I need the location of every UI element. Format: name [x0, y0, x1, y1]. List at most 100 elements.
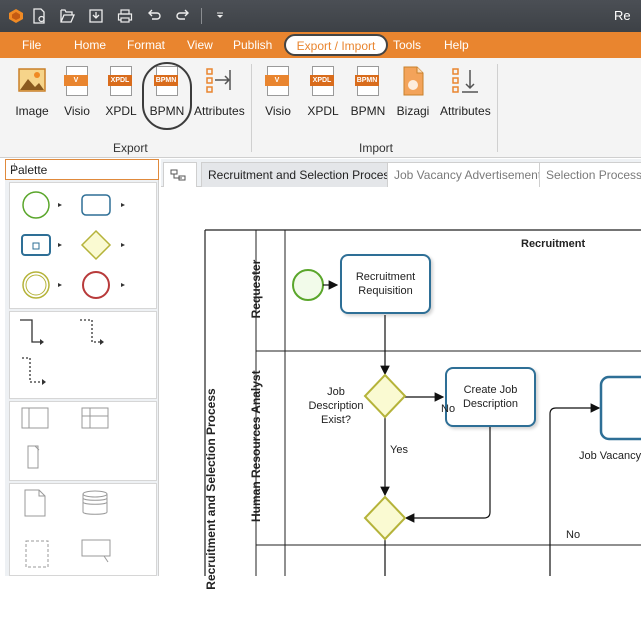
export-visio-label: Visio — [64, 104, 90, 118]
export-visio-button[interactable]: V Visio — [52, 66, 102, 130]
visio-file-icon: V — [263, 66, 293, 98]
open-file-icon[interactable] — [57, 6, 77, 26]
palette-connectors-section — [9, 311, 157, 399]
menu-format[interactable]: Format — [127, 38, 165, 52]
menu-bar: File Home Format View Publish Export / I… — [0, 32, 641, 58]
task-job-vacancy-shape[interactable] — [599, 375, 641, 441]
visio-tag: V — [265, 75, 289, 86]
export-image-button[interactable]: Image — [7, 66, 57, 130]
app-logo-icon[interactable] — [6, 6, 26, 26]
bpmn-file-icon: BPMN — [353, 66, 383, 98]
phase-title: Recruitment — [521, 238, 586, 250]
text-annotation-shape[interactable] — [81, 539, 111, 563]
visio-tag: V — [64, 75, 88, 86]
pin-icon[interactable]: ⊥ — [10, 162, 154, 173]
ribbon-group-separator — [497, 64, 498, 152]
palette-shapes-section — [9, 182, 157, 309]
window-title: Re — [614, 8, 631, 23]
sequence-flow — [404, 426, 491, 523]
association-connector[interactable] — [22, 357, 46, 385]
export-xpdl-button[interactable]: XPDL XPDL — [96, 66, 146, 130]
diagram-canvas[interactable]: Recruitment and Selection Process Reques… — [161, 188, 641, 590]
message-flow-connector[interactable] — [80, 319, 104, 345]
data-object-shape[interactable] — [24, 489, 46, 517]
save-icon[interactable] — [86, 6, 106, 26]
start-event-shape[interactable] — [22, 191, 50, 219]
import-visio-button[interactable]: V Visio — [253, 66, 303, 130]
ribbon-group-separator — [251, 64, 252, 152]
import-bizagi-label: Bizagi — [396, 104, 430, 118]
pool-shape[interactable] — [21, 407, 49, 429]
print-icon[interactable] — [115, 6, 135, 26]
menu-export-import-label: Export / Import — [296, 39, 376, 53]
tab-selection-process[interactable]: Selection Process — [539, 162, 641, 187]
lane-grid-shape[interactable] — [81, 407, 109, 429]
gateway-question-label: Job Description Exist? — [308, 386, 364, 426]
palette-header: Palette ⊥ — [5, 159, 159, 180]
menu-tools[interactable]: Tools — [393, 38, 421, 52]
subprocess-shape[interactable] — [21, 234, 51, 256]
xpdl-file-icon: XPDL — [106, 66, 136, 98]
image-icon — [17, 66, 47, 98]
menu-export-import[interactable]: Export / Import — [284, 34, 388, 56]
import-attributes-button[interactable]: Attributes — [440, 66, 491, 130]
exclusive-gateway[interactable] — [363, 373, 407, 419]
menu-view[interactable]: View — [187, 38, 213, 52]
tab-job-vacancy-advertisement[interactable]: Job Vacancy Advertisement — [387, 162, 549, 187]
import-bpmn-button[interactable]: BPMN BPMN — [343, 66, 393, 130]
ribbon: Image V Visio XPDL XPDL BPMN BPMN Attrib… — [0, 58, 641, 158]
export-attributes-label: Attributes — [194, 104, 245, 118]
export-xpdl-label: XPDL — [105, 104, 137, 118]
xpdl-tag: XPDL — [310, 75, 334, 86]
task-recruitment-requisition[interactable]: Recruitment Requisition — [340, 254, 431, 314]
import-attributes-label: Attributes — [440, 104, 491, 118]
visio-file-icon: V — [62, 66, 92, 98]
pool-title: Recruitment and Selection Process — [204, 388, 218, 590]
palette-artifacts-section — [9, 401, 157, 481]
end-event-shape[interactable] — [82, 271, 110, 299]
import-group-label: Import — [359, 141, 394, 155]
menu-home[interactable]: Home — [74, 38, 106, 52]
export-attributes-button[interactable]: Attributes — [194, 66, 245, 130]
import-visio-label: Visio — [265, 104, 291, 118]
diagram-overview-icon — [170, 169, 186, 185]
annotation-shape[interactable] — [27, 445, 40, 469]
bpmn-highlight-circle — [142, 62, 192, 130]
bizagi-file-icon — [398, 66, 428, 98]
flow-label-no: No — [441, 403, 456, 415]
flow-label-yes: Yes — [390, 444, 408, 456]
task-job-vacancy-label: Job Vacancy — [579, 450, 641, 462]
menu-help[interactable]: Help — [444, 38, 469, 52]
group-shape[interactable] — [25, 540, 49, 568]
gateway-shape[interactable] — [80, 229, 112, 261]
sequence-flow-connector[interactable] — [20, 319, 44, 345]
task-shape[interactable] — [81, 194, 111, 216]
customize-icon[interactable] — [210, 6, 230, 26]
diagram-overview-button[interactable] — [163, 162, 197, 187]
start-event[interactable] — [292, 269, 324, 301]
flow-label-no: No — [566, 529, 581, 541]
data-store-shape[interactable] — [82, 490, 108, 515]
xpdl-file-icon: XPDL — [308, 66, 338, 98]
import-xpdl-label: XPDL — [307, 104, 339, 118]
xpdl-tag: XPDL — [108, 75, 132, 86]
bpmn-tag: BPMN — [355, 75, 379, 86]
lane-title-hr-analyst: Human Resources Analyst — [249, 370, 263, 522]
quick-access-separator — [201, 8, 202, 24]
document-tab-strip: Recruitment and Selection Process Job Va… — [161, 159, 641, 187]
new-file-icon[interactable] — [29, 6, 49, 26]
sequence-flow — [549, 403, 601, 576]
task-recruitment-requisition-label: Recruitment Requisition — [355, 271, 416, 297]
tab-recruitment-and-selection-process[interactable]: Recruitment and Selection Process — [201, 162, 403, 187]
attributes-icon — [450, 66, 480, 98]
menu-publish[interactable]: Publish — [233, 38, 272, 52]
import-bizagi-button[interactable]: Bizagi — [388, 66, 438, 130]
import-xpdl-button[interactable]: XPDL XPDL — [298, 66, 348, 130]
redo-icon[interactable] — [173, 6, 193, 26]
undo-icon[interactable] — [144, 6, 164, 26]
lane-title-requester: Requester — [249, 259, 263, 319]
task-create-job-description[interactable]: Create Job Description — [445, 367, 536, 427]
intermediate-event-shape[interactable] — [22, 271, 50, 299]
menu-file[interactable]: File — [22, 38, 41, 52]
exclusive-gateway[interactable] — [363, 495, 407, 541]
